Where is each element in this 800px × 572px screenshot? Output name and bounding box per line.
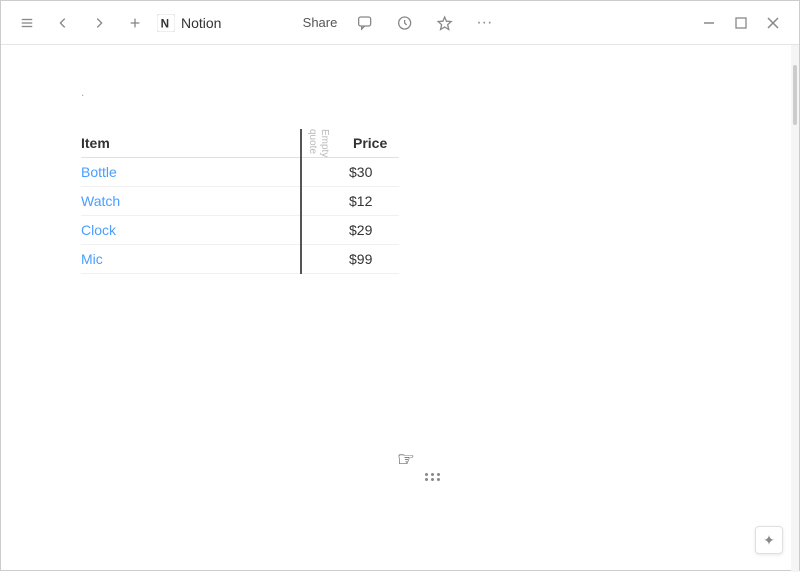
scrollbar-thumb[interactable]: [793, 65, 797, 125]
brand: N Notion: [157, 14, 221, 32]
col-price-header: Price: [337, 129, 399, 158]
price-cell-bottle: $30: [337, 158, 399, 187]
minimize-button[interactable]: [695, 9, 723, 37]
empty-cell-1: [301, 158, 337, 187]
menu-button[interactable]: [13, 9, 41, 37]
price-cell-watch: $12: [337, 187, 399, 216]
brand-name: Notion: [181, 15, 221, 31]
svg-text:N: N: [161, 17, 169, 30]
comment-button[interactable]: [351, 10, 377, 36]
forward-button[interactable]: [85, 9, 113, 37]
col-item-header: Item: [81, 129, 301, 158]
titlebar: N Notion Share ···: [1, 1, 799, 45]
titlebar-left: N Notion: [13, 9, 221, 37]
item-cell-mic[interactable]: Mic: [81, 245, 301, 274]
item-cell-bottle[interactable]: Bottle: [81, 158, 301, 187]
maximize-button[interactable]: [727, 9, 755, 37]
drag-handle-icon: [425, 473, 441, 481]
corner-action-button[interactable]: ✦: [755, 526, 783, 554]
price-cell-clock: $29: [337, 216, 399, 245]
item-cell-clock[interactable]: Clock: [81, 216, 301, 245]
price-cell-mic: $99: [337, 245, 399, 274]
table-row: Bottle $30: [81, 158, 399, 187]
table-row: Mic $99: [81, 245, 399, 274]
titlebar-right: [695, 9, 787, 37]
close-button[interactable]: [759, 9, 787, 37]
corner-plus-icon: ✦: [763, 532, 775, 549]
more-button[interactable]: ···: [471, 10, 497, 36]
empty-cell-4: [301, 245, 337, 274]
dot: .: [81, 85, 711, 99]
col-empty-header: Empty quote: [301, 129, 337, 158]
new-page-button[interactable]: [121, 9, 149, 37]
content-area: . Item Empty quote Price Bottle: [1, 45, 799, 572]
table-header-row: Item Empty quote Price: [81, 129, 399, 158]
main-content: . Item Empty quote Price Bottle: [1, 45, 791, 572]
item-cell-watch[interactable]: Watch: [81, 187, 301, 216]
table-row: Clock $29: [81, 216, 399, 245]
empty-cell-3: [301, 216, 337, 245]
notion-logo-icon: N: [157, 14, 175, 32]
table-row: Watch $12: [81, 187, 399, 216]
empty-cell-2: [301, 187, 337, 216]
share-button[interactable]: Share: [303, 15, 338, 30]
data-table: Item Empty quote Price Bottle $30 Wat: [81, 129, 399, 274]
scrollbar[interactable]: [791, 45, 799, 572]
titlebar-center: Share ···: [303, 10, 498, 36]
back-button[interactable]: [49, 9, 77, 37]
favorite-button[interactable]: [431, 10, 457, 36]
history-button[interactable]: [391, 10, 417, 36]
table-container: Item Empty quote Price Bottle $30 Wat: [81, 129, 711, 274]
cursor-icon: ☞: [397, 447, 415, 472]
